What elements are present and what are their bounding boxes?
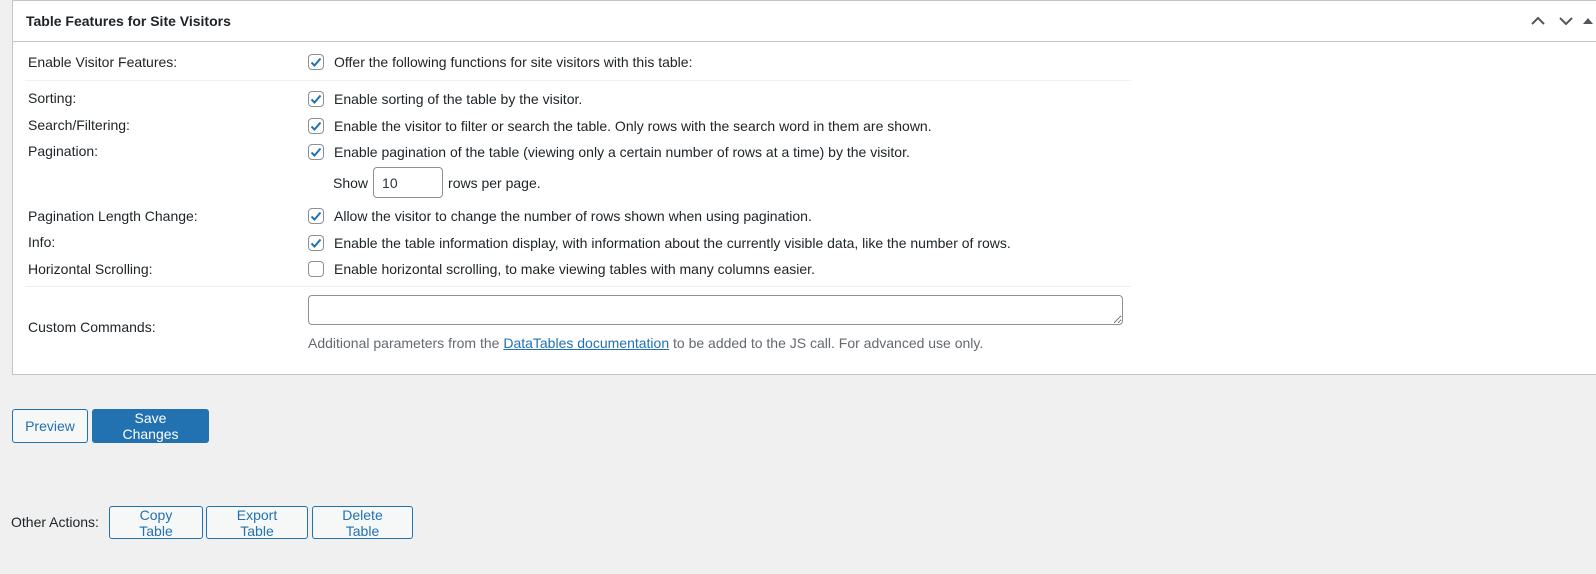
datatables-documentation-link[interactable]: DataTables documentation [503, 335, 669, 351]
divider [25, 80, 1131, 81]
scrolling-label: Horizontal Scrolling: [28, 261, 153, 277]
pagination-label: Pagination: [28, 143, 99, 159]
info-field: Enable the table information display, wi… [308, 235, 1011, 251]
search-checkbox[interactable] [308, 118, 324, 134]
copy-table-button[interactable]: Copy Table [109, 506, 203, 539]
checkmark-icon [310, 211, 322, 221]
help-text-before: Additional parameters from the [308, 335, 500, 351]
search-field: Enable the visitor to filter or search t… [308, 118, 932, 134]
triangle-up-icon [1583, 18, 1593, 24]
custom-commands-label: Custom Commands: [28, 319, 156, 335]
sorting-field: Enable sorting of the table by the visit… [308, 91, 582, 107]
visitor-features-field: Offer the following functions for site v… [308, 54, 692, 70]
checkmark-icon [310, 57, 322, 67]
checkmark-icon [310, 121, 322, 131]
visitor-features-desc: Offer the following functions for site v… [334, 54, 693, 70]
panel-handle-actions [1524, 1, 1596, 41]
length-change-field: Allow the visitor to change the number o… [308, 208, 812, 224]
pagination-desc: Enable pagination of the table (viewing … [334, 144, 910, 160]
info-label: Info: [28, 234, 56, 250]
checkmark-icon [310, 94, 322, 104]
sorting-label: Sorting: [28, 90, 77, 106]
length-change-desc: Allow the visitor to change the number o… [334, 208, 812, 224]
pagination-field: Enable pagination of the table (viewing … [308, 144, 910, 160]
scrolling-checkbox[interactable] [308, 261, 324, 277]
chevron-down-icon [1559, 17, 1573, 26]
table-features-panel: Table Features for Site Visitors Enable … [12, 0, 1596, 375]
checkmark-icon [310, 147, 322, 157]
move-up-button[interactable] [1524, 3, 1552, 39]
toggle-panel-button[interactable] [1580, 3, 1596, 39]
rows-per-page-prefix: Show [333, 174, 369, 191]
checkmark-icon [310, 238, 322, 248]
info-desc: Enable the table information display, wi… [334, 235, 1011, 251]
delete-table-button[interactable]: Delete Table [312, 506, 413, 539]
save-changes-button[interactable]: Save Changes [92, 409, 209, 443]
scrolling-desc: Enable horizontal scrolling, to make vie… [334, 261, 815, 277]
export-table-button[interactable]: Export Table [206, 506, 308, 539]
rows-per-page-field: Show rows per page. [333, 167, 541, 198]
move-down-button[interactable] [1552, 3, 1580, 39]
custom-commands-help: Additional parameters from the DataTable… [308, 335, 983, 351]
info-checkbox[interactable] [308, 235, 324, 251]
visitor-features-checkbox[interactable] [308, 54, 324, 70]
pagination-checkbox[interactable] [308, 144, 324, 160]
help-text-after: to be added to the JS call. For advanced… [673, 335, 984, 351]
visitor-features-label: Enable Visitor Features: [28, 54, 178, 70]
panel-header: Table Features for Site Visitors [13, 1, 1596, 42]
chevron-up-icon [1531, 16, 1545, 25]
rows-per-page-suffix: rows per page. [448, 174, 541, 191]
sorting-desc: Enable sorting of the table by the visit… [334, 91, 583, 107]
search-label: Search/Filtering: [28, 117, 130, 133]
rows-per-page-input[interactable] [373, 167, 444, 198]
length-change-label: Pagination Length Change: [28, 208, 198, 224]
sorting-checkbox[interactable] [308, 91, 324, 107]
other-actions-label: Other Actions: [11, 514, 99, 530]
divider [25, 286, 1131, 287]
panel-title: Table Features for Site Visitors [26, 13, 231, 29]
preview-button[interactable]: Preview [12, 409, 88, 443]
scrolling-field: Enable horizontal scrolling, to make vie… [308, 261, 815, 277]
length-change-checkbox[interactable] [308, 208, 324, 224]
search-desc: Enable the visitor to filter or search t… [334, 118, 932, 134]
custom-commands-textarea[interactable] [308, 295, 1123, 325]
